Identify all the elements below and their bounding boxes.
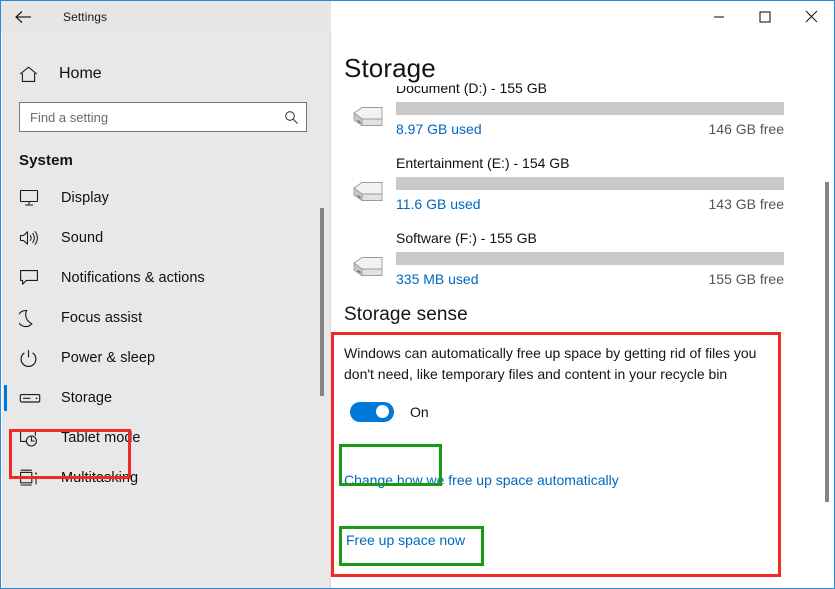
- sidebar-item-label: Tablet mode: [61, 430, 141, 446]
- multitasking-icon: [19, 469, 47, 487]
- sidebar-scrollbar-thumb[interactable]: [320, 208, 324, 396]
- hard-drive-icon: [349, 175, 385, 205]
- drive-usage-bar: [396, 252, 784, 265]
- sidebar-item-label: Display: [61, 190, 109, 206]
- storage-sense-title: Storage sense: [344, 304, 468, 325]
- content-scrollbar-thumb[interactable]: [825, 182, 829, 502]
- change-free-up-space-link[interactable]: Change how we free up space automaticall…: [344, 472, 619, 488]
- sidebar-item-label: Storage: [61, 390, 113, 406]
- sidebar-item-notifications[interactable]: Notifications & actions: [2, 258, 331, 298]
- speaker-icon: [19, 229, 47, 247]
- drive-name: Software (F:) - 155 GB: [396, 230, 537, 246]
- content-scrollbar[interactable]: [822, 32, 833, 588]
- minimize-button[interactable]: [696, 1, 742, 32]
- search-icon[interactable]: [276, 110, 306, 125]
- sidebar-item-home[interactable]: Home: [2, 57, 331, 91]
- drive-icon: [19, 391, 47, 405]
- hard-drive-icon: [349, 250, 385, 280]
- back-arrow-icon: [14, 10, 31, 23]
- page-title: Storage: [344, 53, 450, 86]
- sidebar-item-tablet-mode[interactable]: Tablet mode: [2, 418, 331, 458]
- content-pane: Document (D:) - 155 GB 8.97 GB used 146 …: [332, 32, 834, 588]
- window-title: Settings: [63, 9, 108, 24]
- toggle-knob: [376, 405, 389, 418]
- monitor-icon: [19, 189, 47, 207]
- sidebar-item-label: Power & sleep: [61, 350, 156, 366]
- power-icon: [19, 349, 47, 368]
- sidebar-nav-list: Display Sound Notifications & actions Fo…: [2, 178, 331, 498]
- sidebar-item-sound[interactable]: Sound: [2, 218, 331, 258]
- caption-buttons: [331, 1, 834, 32]
- home-icon: [19, 65, 45, 83]
- sidebar-item-label: Multitasking: [61, 470, 139, 486]
- sidebar: Home System Display: [2, 32, 331, 588]
- close-icon: [805, 10, 817, 23]
- drive-list: Document (D:) - 155 GB 8.97 GB used 146 …: [332, 80, 834, 305]
- back-button[interactable]: [1, 1, 45, 32]
- storage-sense-toggle-label: On: [410, 403, 429, 420]
- speech-bubble-icon: [19, 269, 47, 287]
- drive-row[interactable]: Entertainment (E:) - 154 GB 11.6 GB used…: [332, 155, 834, 230]
- sidebar-item-label: Focus assist: [61, 310, 143, 326]
- sidebar-group-header: System: [19, 152, 73, 169]
- settings-window: Settings Home Find a setting System Disp…: [0, 0, 835, 589]
- drive-free-label: 155 GB free: [708, 271, 785, 287]
- tablet-icon: [19, 429, 47, 448]
- title-bar: Settings: [1, 1, 834, 32]
- drive-usage-bar: [396, 177, 784, 190]
- sidebar-item-power-sleep[interactable]: Power & sleep: [2, 338, 331, 378]
- storage-sense-toggle[interactable]: [350, 401, 394, 422]
- drive-row[interactable]: Software (F:) - 155 GB 335 MB used 155 G…: [332, 230, 834, 305]
- storage-sense-toggle-row: On: [344, 399, 774, 424]
- sidebar-item-multitasking[interactable]: Multitasking: [2, 458, 331, 498]
- search-input[interactable]: [20, 109, 276, 125]
- maximize-icon: [759, 10, 771, 23]
- search-box[interactable]: [19, 102, 307, 132]
- sidebar-item-focus-assist[interactable]: Focus assist: [2, 298, 331, 338]
- sidebar-home-label: Home: [59, 65, 102, 82]
- sidebar-item-storage[interactable]: Storage: [2, 378, 331, 418]
- sidebar-item-display[interactable]: Display: [2, 178, 331, 218]
- moon-icon: [19, 309, 47, 328]
- drive-free-label: 146 GB free: [708, 121, 785, 137]
- free-up-space-now-link[interactable]: Free up space now: [346, 532, 465, 548]
- hard-drive-icon: [349, 100, 385, 130]
- sidebar-item-label: Sound: [61, 230, 104, 246]
- drive-name: Entertainment (E:) - 154 GB: [396, 155, 570, 171]
- drive-row[interactable]: Document (D:) - 155 GB 8.97 GB used 146 …: [332, 80, 834, 155]
- minimize-icon: [714, 15, 724, 18]
- drive-free-label: 143 GB free: [708, 196, 785, 212]
- storage-sense-description: Windows can automatically free up space …: [344, 345, 757, 382]
- title-bar-left: Settings: [1, 1, 331, 32]
- close-button[interactable]: [788, 1, 834, 32]
- maximize-button[interactable]: [742, 1, 788, 32]
- sidebar-item-label: Notifications & actions: [61, 270, 205, 286]
- storage-sense-section: Storage sense Windows can automatically …: [344, 304, 774, 424]
- drive-usage-bar: [396, 102, 784, 115]
